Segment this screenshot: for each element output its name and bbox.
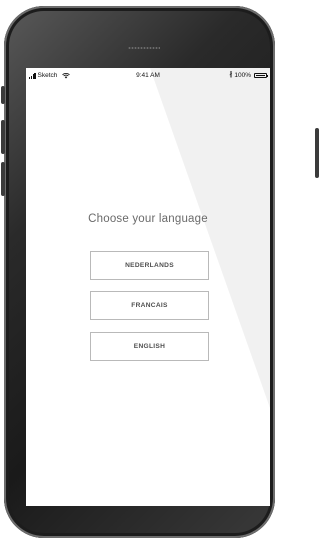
language-button-francais[interactable]: FRANCAIS (90, 291, 209, 320)
status-right: ∦ 100% (229, 71, 269, 79)
battery-percent: 100% (234, 72, 251, 79)
volume-up-button (1, 120, 5, 154)
language-button-english[interactable]: ENGLISH (90, 332, 209, 361)
speaker-grille (128, 46, 160, 50)
status-bar: Sketch 9:41 AM ∦ 100% (26, 68, 270, 82)
volume-down-button (1, 162, 5, 196)
phone-frame: Sketch 9:41 AM ∦ 100% Choose your langua… (4, 6, 275, 538)
language-button-nederlands[interactable]: NEDERLANDS (90, 251, 209, 280)
power-button (315, 128, 319, 178)
battery-icon (254, 73, 269, 78)
mute-switch (1, 86, 5, 104)
phone-screen: Sketch 9:41 AM ∦ 100% Choose your langua… (26, 68, 270, 506)
bluetooth-icon: ∦ (229, 71, 233, 79)
language-prompt: Choose your language (88, 213, 208, 225)
